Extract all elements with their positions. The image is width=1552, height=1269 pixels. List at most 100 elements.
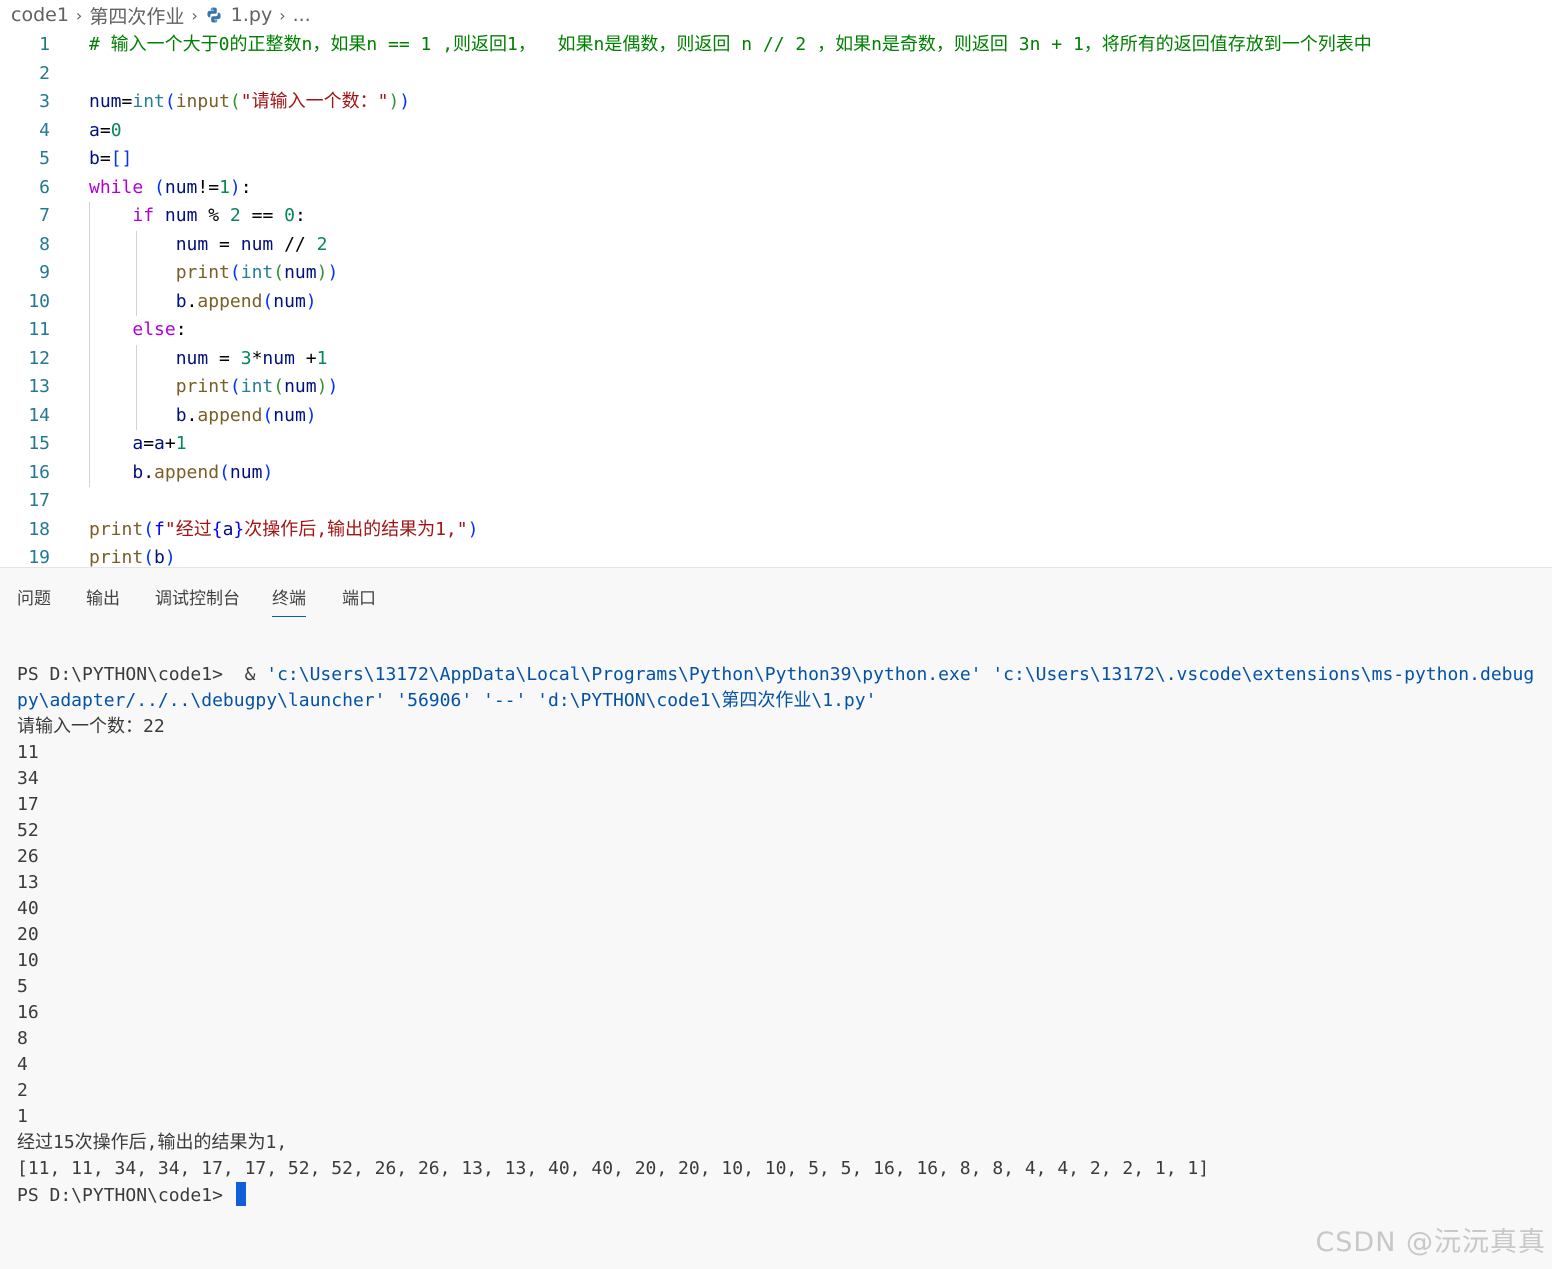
- code-token: int: [132, 91, 165, 112]
- code-token: =: [121, 91, 133, 112]
- code-token: a: [132, 433, 144, 454]
- code-token: 0: [110, 119, 122, 141]
- code-token: //: [273, 233, 317, 255]
- line-number: 3: [39, 91, 50, 112]
- chevron-right-icon: ›: [191, 5, 198, 25]
- line-number: 16: [28, 461, 50, 483]
- code-line: 12 num = 3*num +1: [0, 345, 1552, 374]
- code-token: (: [229, 376, 241, 397]
- code-token: (: [273, 262, 285, 283]
- code-token: ): [327, 376, 339, 397]
- code-token: %: [197, 205, 230, 226]
- code-token: =: [208, 347, 241, 369]
- code-token: if: [132, 205, 155, 226]
- code-token: ): [388, 91, 400, 112]
- terminal-output-line: 11: [17, 742, 39, 763]
- code-line: 10 b.append(num): [0, 288, 1552, 317]
- code-token: append: [197, 290, 263, 312]
- code-text: else:: [89, 316, 186, 345]
- tab-ports[interactable]: 端口: [342, 584, 376, 609]
- code-token: num: [284, 376, 317, 397]
- code-line: 5 b=[]: [0, 145, 1552, 174]
- code-token: +: [294, 347, 317, 369]
- code-token: append: [154, 461, 220, 483]
- breadcrumb-ellipsis[interactable]: ...: [293, 4, 311, 26]
- code-token: (: [219, 461, 230, 483]
- code-token: print: [175, 262, 230, 283]
- code-token: =: [208, 233, 241, 255]
- code-token: num: [284, 262, 317, 283]
- code-token: num: [164, 205, 198, 226]
- code-token: 1: [316, 347, 328, 369]
- code-token: num: [273, 290, 306, 312]
- code-token: ): [467, 518, 479, 540]
- terminal-command-line: PS D:\PYTHON\code1> & 'c:\Users\13172\Ap…: [17, 662, 1552, 688]
- terminal-output-line: 26: [17, 846, 39, 867]
- breadcrumb-folder-homework[interactable]: 第四次作业: [89, 2, 184, 29]
- code-token: num: [229, 461, 263, 483]
- line-number: 17: [28, 490, 50, 511]
- code-line: 6 while (num!=1):: [0, 174, 1552, 203]
- code-token: []: [110, 148, 133, 169]
- tab-debug-console[interactable]: 调试控制台: [155, 584, 240, 609]
- code-line: 4 a=0: [0, 117, 1552, 146]
- code-text: print(b): [89, 544, 176, 567]
- terminal-cursor: [235, 1182, 246, 1206]
- code-line: 2: [0, 60, 1552, 89]
- terminal-output-line: 4: [17, 1054, 28, 1075]
- code-token: 2: [229, 205, 241, 226]
- indent-guide: [136, 344, 137, 430]
- line-number: 1: [39, 34, 50, 55]
- line-number: 18: [28, 518, 50, 540]
- code-token: ): [316, 262, 328, 283]
- line-number: 5: [39, 148, 50, 169]
- code-token: =: [99, 148, 111, 169]
- code-editor[interactable]: 1 # 输入一个大于0的正整数n，如果n == 1 ,则返回1， 如果n是偶数，则…: [0, 30, 1552, 567]
- terminal-output-line: 34: [17, 768, 39, 789]
- python-file-icon: [207, 7, 221, 23]
- code-token: "请输入一个数：": [240, 91, 389, 112]
- code-text: while (num!=1):: [89, 174, 252, 203]
- tab-output[interactable]: 输出: [86, 584, 120, 609]
- code-line: 1 # 输入一个大于0的正整数n，如果n == 1 ,则返回1， 如果n是偶数，则…: [0, 31, 1552, 60]
- terminal-output-line: 16: [17, 1002, 39, 1023]
- line-number: 13: [28, 376, 50, 397]
- code-text: num = 3*num +1: [89, 345, 328, 374]
- breadcrumb-folder-code1[interactable]: code1: [11, 4, 69, 26]
- terminal-output-line: 10: [17, 950, 39, 971]
- code-token: b: [175, 290, 187, 312]
- code-token: num: [89, 91, 122, 112]
- code-text: # 输入一个大于0的正整数n，如果n == 1 ,则返回1， 如果n是偶数，则返…: [89, 31, 1372, 60]
- code-token: int: [240, 262, 274, 283]
- tab-terminal[interactable]: 终端: [272, 584, 306, 617]
- code-text: a=0: [89, 117, 122, 146]
- terminal-output-line: 2: [17, 1080, 28, 1101]
- code-token: !=: [197, 176, 220, 198]
- line-number: 6: [39, 176, 50, 198]
- code-token: ): [316, 376, 328, 397]
- code-token: print: [89, 518, 144, 540]
- code-line: 7 if num % 2 == 0:: [0, 202, 1552, 231]
- code-token: (: [154, 176, 165, 198]
- breadcrumb-file[interactable]: 1.py: [231, 4, 272, 26]
- line-number: 4: [39, 119, 50, 141]
- terminal-prompt: PS D:\PYTHON\code1> &: [17, 664, 267, 685]
- code-text: b.append(num): [89, 288, 317, 317]
- terminal-output-line: 20: [17, 924, 39, 945]
- terminal-output-line: 5: [17, 976, 28, 997]
- bottom-panel: 问题 输出 调试控制台 终端 端口 PS D:\PYTHON\code1> & …: [0, 567, 1552, 1269]
- code-token: a: [154, 433, 165, 454]
- line-number: 8: [39, 233, 50, 255]
- indent-guide: [136, 230, 137, 316]
- tab-problems[interactable]: 问题: [17, 584, 51, 609]
- code-token: 1: [175, 433, 187, 454]
- terminal[interactable]: PS D:\PYTHON\code1> & 'c:\Users\13172\Ap…: [17, 662, 1552, 1208]
- code-token: .: [186, 290, 198, 312]
